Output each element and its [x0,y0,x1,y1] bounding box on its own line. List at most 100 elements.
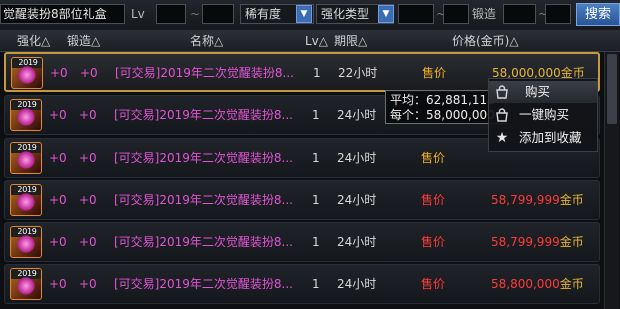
buy-icon [496,85,508,99]
duration-value: 22小时 [338,66,378,80]
table-row[interactable]: 2019 +0 +0 [可交易]2019年二次觉醒装扮8... 1 24小时 售价 58,79… [4,180,600,220]
header-enhance[interactable]: 强化△ [17,31,50,51]
enhance-max-input[interactable] [443,4,469,24]
menu-item-quick-buy-label: 一键购买 [519,107,570,122]
table-row[interactable]: 2019 +0 +0 [可交易]2019年二次觉醒装扮8... 1 24小时 售价 58,80… [4,264,600,304]
forge-max-input[interactable] [545,4,571,24]
level-value: 1 [312,235,320,249]
lv-min-input[interactable] [156,4,186,24]
enhance-value: +0 [49,193,67,207]
currency-label: 金币 [559,277,584,291]
item-name-input[interactable]: 觉醒装扮8部位礼盒 [0,4,125,24]
price-value: 58,800,000金币 [491,275,584,293]
tooltip-each-value: 58,000,000 [426,108,495,122]
item-box-icon: 2019 [10,142,42,174]
gem-icon [18,66,36,84]
tooltip-avg: 平均：62,881,111 [390,93,495,108]
item-name: [可交易]2019年二次觉醒装扮8... [114,108,293,122]
sale-price-label: 售价 [422,66,447,80]
enhance-min-input[interactable] [398,4,434,24]
level-value: 1 [312,108,320,122]
enhance-value: +0 [49,108,67,122]
enhance-value: +0 [49,235,67,249]
gem-icon [17,151,35,169]
lv-label: Lv [131,7,145,21]
price-value: 58,799,999金币 [491,191,584,209]
tooltip-avg-label: 平均： [390,93,427,107]
enhance-type-dropdown-arrow-icon[interactable]: ▼ [378,5,394,23]
item-box-icon: 2019 [10,99,42,131]
forge-value: +0 [79,235,97,249]
duration-value: 24小时 [337,235,377,249]
forge-value: +0 [79,277,97,291]
scrollbar[interactable] [604,52,619,309]
header-duration[interactable]: 期限△ [334,31,367,51]
sale-price-label: 售价 [421,277,446,291]
menu-item-favorite-label: 添加到收藏 [519,130,582,145]
star-icon: ★ [495,130,509,146]
sale-price-label: 售价 [421,151,446,165]
rarity-dropdown-arrow-icon[interactable]: ▼ [296,5,312,23]
tooltip-each: 每个：58,000,000 [390,108,495,123]
forge-value: +0 [79,151,97,165]
forge-value: +0 [80,66,98,80]
item-name: [可交易]2019年二次觉醒装扮8... [114,277,293,291]
search-bar: 觉醒装扮8部位礼盒 Lv ~ 稀有度 ▼ 强化类型 ▼ ~ 锻造 ~ 搜索 [0,0,620,31]
level-value: 1 [312,277,320,291]
menu-item-quick-buy[interactable]: 一键购买 [489,104,597,126]
price-value: 58,799,999金币 [491,233,584,251]
item-box-icon: 2019 [10,226,42,258]
forge-value: +0 [79,108,97,122]
gem-icon [17,235,35,253]
currency-label: 金币 [559,235,584,249]
tooltip-each-label: 每个： [390,108,427,122]
menu-item-buy-label: 购买 [525,84,551,99]
menu-item-favorite[interactable]: ★ 添加到收藏 [489,127,597,149]
item-name: [可交易]2019年二次觉醒装扮8... [114,151,293,165]
scrollbar-thumb[interactable] [607,54,617,124]
lv-separator: ~ [190,7,201,21]
quick-buy-icon [496,108,508,122]
context-menu: 购买 一键购买 ★ 添加到收藏 [488,78,598,152]
level-value: 1 [312,193,320,207]
sale-price-label: 售价 [421,235,446,249]
item-box-icon: 2019 [11,57,43,89]
table-header: 强化△ 锻造△ 名称△ Lv△ 期限△ 价格(金币)△ [0,31,620,52]
gem-icon [17,108,35,126]
gem-icon [17,193,35,211]
forge-label: 锻造 [472,7,497,21]
level-value: 1 [312,151,320,165]
enhance-value: +0 [50,66,68,80]
forge-value: +0 [79,193,97,207]
duration-value: 24小时 [337,277,377,291]
rarity-select-label: 稀有度 [245,7,282,21]
item-name: [可交易]2019年二次觉醒装扮8... [114,193,293,207]
price-amount: 58,799,999 [491,235,560,249]
search-button[interactable]: 搜索 [576,3,620,26]
sale-price-label: 售价 [421,193,446,207]
currency-label: 金币 [559,193,584,207]
forge-min-input[interactable] [503,4,536,24]
header-lv[interactable]: Lv△ [305,31,328,51]
enhance-type-select-label: 强化类型 [321,7,370,21]
duration-value: 24小时 [337,108,377,122]
enhance-value: +0 [49,277,67,291]
duration-value: 24小时 [337,151,377,165]
duration-value: 24小时 [337,193,377,207]
lv-max-input[interactable] [202,4,234,24]
price-amount: 58,799,999 [491,193,560,207]
table-row[interactable]: 2019 +0 +0 [可交易]2019年二次觉醒装扮8... 1 24小时 售价 58,79… [4,222,600,262]
enhance-value: +0 [49,151,67,165]
header-name[interactable]: 名称△ [190,31,223,51]
tooltip-avg-value: 62,881,111 [426,93,495,107]
header-forge[interactable]: 锻造△ [67,31,100,51]
header-price[interactable]: 价格(金币)△ [452,31,519,51]
item-name: [可交易]2019年二次觉醒装扮8... [114,235,293,249]
menu-item-buy[interactable]: 购买 [489,81,597,103]
item-box-icon: 2019 [10,268,42,300]
item-name: [可交易]2019年二次觉醒装扮8... [115,66,294,80]
gem-icon [17,277,35,295]
level-value: 1 [313,66,321,80]
price-amount: 58,800,000 [491,277,560,291]
item-box-icon: 2019 [10,184,42,216]
